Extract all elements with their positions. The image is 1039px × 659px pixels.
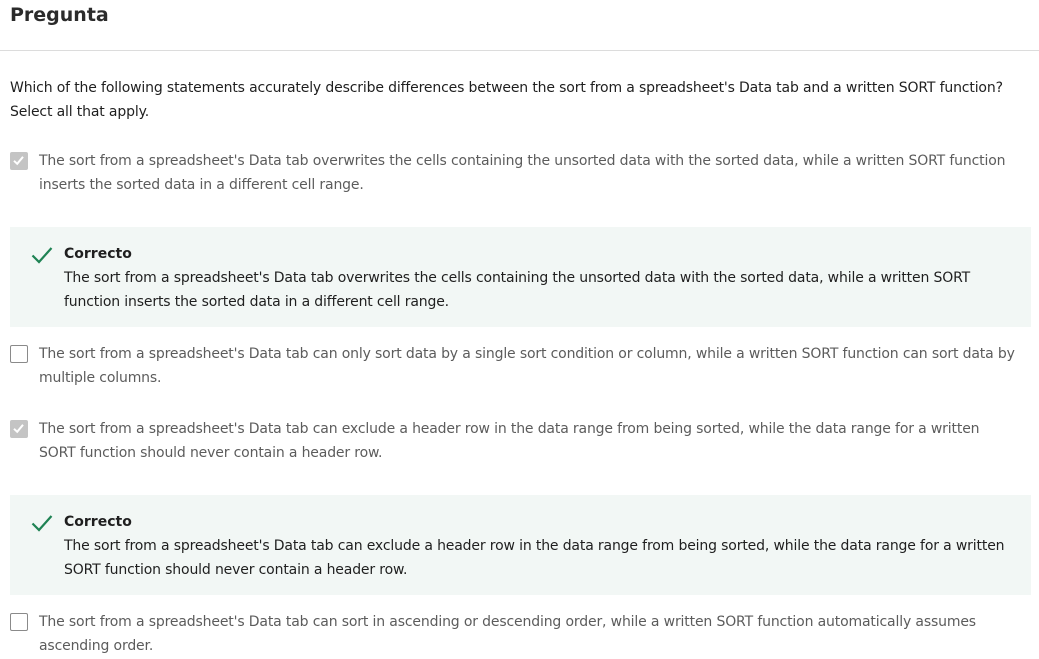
checkmark-icon bbox=[13, 156, 24, 166]
answer-option[interactable]: The sort from a spreadsheet's Data tab c… bbox=[10, 342, 1020, 390]
option-text: The sort from a spreadsheet's Data tab o… bbox=[39, 153, 1006, 193]
feedback-text: The sort from a spreadsheet's Data tab o… bbox=[64, 270, 971, 310]
checkmark-icon bbox=[31, 515, 53, 532]
feedback-title: Correcto bbox=[64, 514, 132, 530]
answer-option[interactable]: The sort from a spreadsheet's Data tab o… bbox=[10, 149, 1020, 197]
option-text: The sort from a spreadsheet's Data tab c… bbox=[39, 614, 976, 654]
checkmark-icon bbox=[13, 424, 24, 434]
page-title: Pregunta bbox=[10, 4, 109, 26]
option-text: The sort from a spreadsheet's Data tab c… bbox=[39, 346, 1015, 386]
feedback-text: The sort from a spreadsheet's Data tab c… bbox=[64, 538, 1005, 578]
checkbox-unchecked[interactable] bbox=[10, 345, 28, 363]
question-text: Which of the following statements accura… bbox=[10, 80, 1003, 120]
checkmark-icon bbox=[31, 247, 53, 264]
answer-option[interactable]: The sort from a spreadsheet's Data tab c… bbox=[10, 417, 1020, 465]
checkbox-checked[interactable] bbox=[10, 152, 28, 170]
checkbox-unchecked[interactable] bbox=[10, 613, 28, 631]
feedback-correct: Correcto The sort from a spreadsheet's D… bbox=[10, 227, 1031, 327]
checkbox-checked[interactable] bbox=[10, 420, 28, 438]
feedback-title: Correcto bbox=[64, 246, 132, 262]
feedback-correct: Correcto The sort from a spreadsheet's D… bbox=[10, 495, 1031, 595]
page-header: Pregunta bbox=[0, 0, 1039, 51]
option-text: The sort from a spreadsheet's Data tab c… bbox=[39, 421, 980, 461]
answer-option[interactable]: The sort from a spreadsheet's Data tab c… bbox=[10, 610, 1020, 658]
